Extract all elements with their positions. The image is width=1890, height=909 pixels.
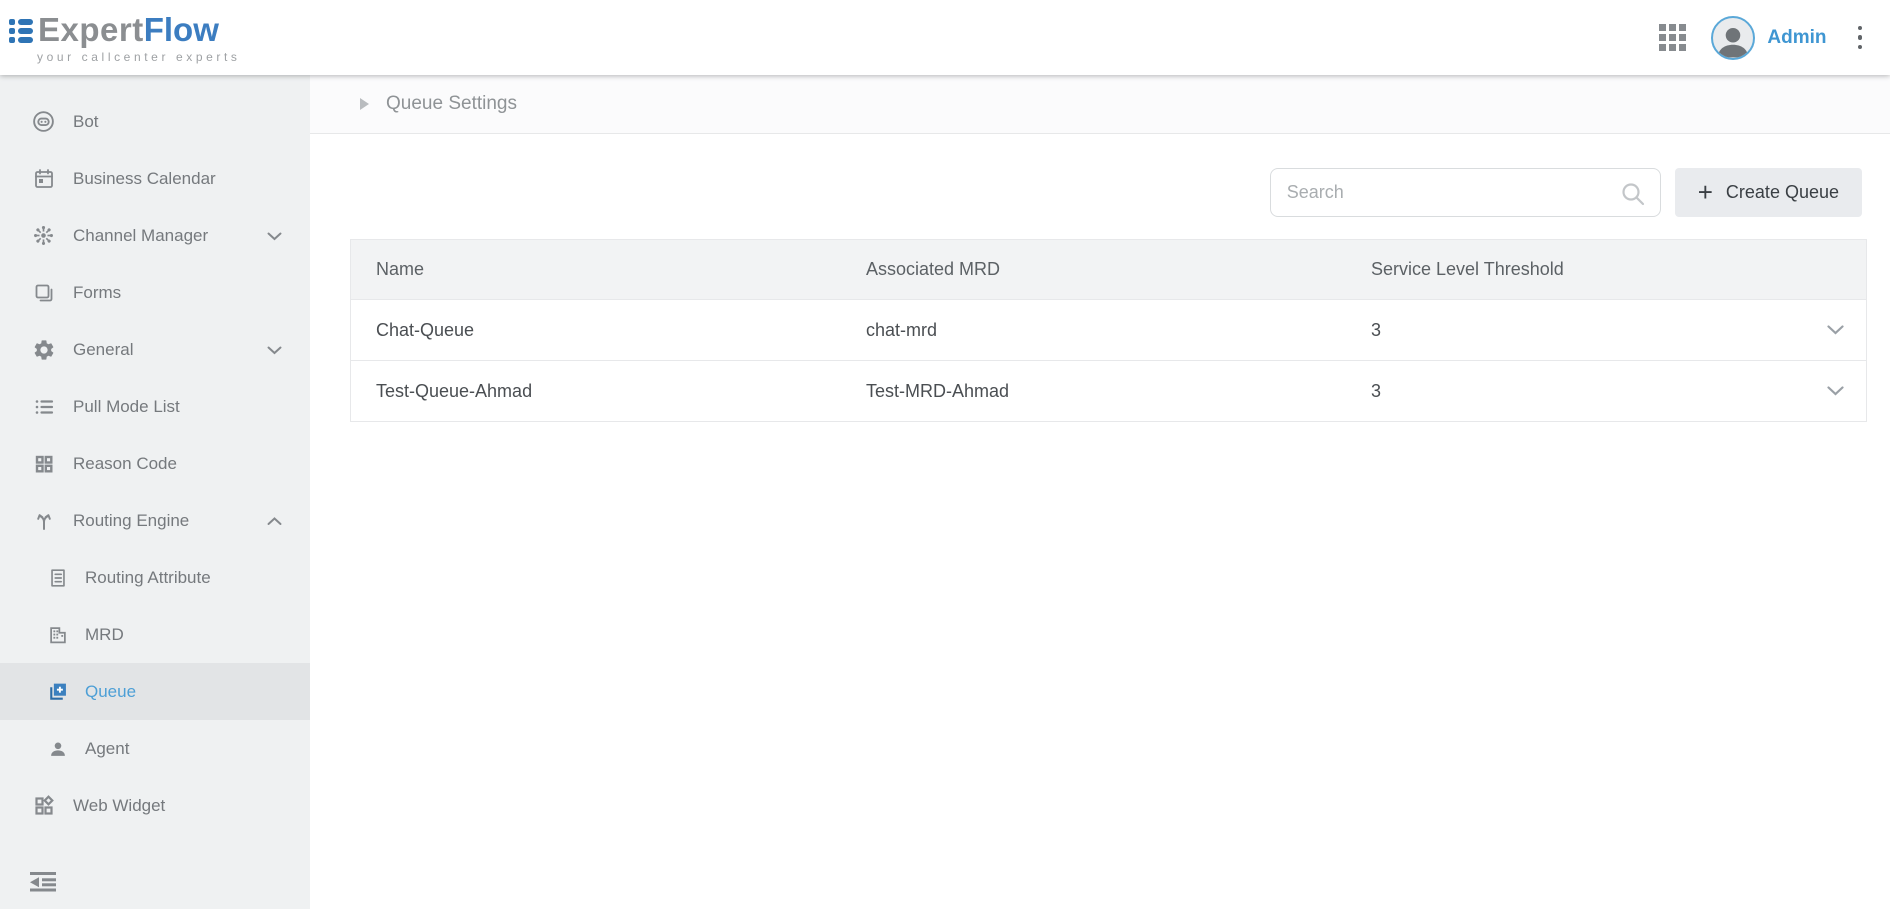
sidebar-item-routing-attribute[interactable]: Routing Attribute bbox=[0, 549, 310, 606]
main-content: Queue Settings + Create Queue Name Assoc… bbox=[310, 75, 1890, 909]
sidebar-item-forms[interactable]: Forms bbox=[0, 264, 310, 321]
list-icon bbox=[30, 395, 57, 419]
route-split-icon bbox=[30, 509, 57, 533]
sidebar-item-mrd[interactable]: MRD bbox=[0, 606, 310, 663]
sidebar-collapse-button[interactable] bbox=[28, 871, 58, 897]
sidebar-item-routing-engine[interactable]: Routing Engine bbox=[0, 492, 310, 549]
bot-icon bbox=[30, 109, 57, 134]
sidebar-item-business-calendar[interactable]: Business Calendar bbox=[0, 150, 310, 207]
cell-threshold: 3 bbox=[1371, 381, 1804, 402]
cell-threshold: 3 bbox=[1371, 320, 1804, 341]
sidebar-item-label: Web Widget bbox=[73, 796, 165, 816]
cell-associated-mrd: Test-MRD-Ahmad bbox=[866, 381, 1371, 402]
apps-grid-icon[interactable] bbox=[1659, 24, 1686, 51]
search-input[interactable] bbox=[1271, 169, 1660, 216]
breadcrumb: Queue Settings bbox=[310, 75, 1890, 134]
gear-icon bbox=[30, 338, 57, 362]
forms-icon bbox=[30, 281, 57, 305]
queue-add-icon bbox=[44, 680, 71, 703]
logo-tagline: your callcenter experts bbox=[37, 50, 241, 64]
logo-text-flow: Flow bbox=[144, 11, 219, 49]
person-silhouette-icon bbox=[1714, 22, 1752, 58]
sidebar: Bot Business Calendar bbox=[0, 75, 310, 909]
sidebar-item-label: Reason Code bbox=[73, 454, 177, 474]
sidebar-item-label: Pull Mode List bbox=[73, 397, 180, 417]
sidebar-item-web-widget[interactable]: Web Widget bbox=[0, 777, 310, 834]
expertflow-logo[interactable]: ExpertFlow your callcenter experts bbox=[9, 11, 241, 64]
sidebar-item-label: Routing Engine bbox=[73, 511, 189, 531]
sidebar-item-agent[interactable]: Agent bbox=[0, 720, 310, 777]
sidebar-item-bot[interactable]: Bot bbox=[0, 93, 310, 150]
sidebar-item-label: Routing Attribute bbox=[85, 568, 211, 588]
sidebar-item-label: Channel Manager bbox=[73, 226, 208, 246]
create-queue-button-label: Create Queue bbox=[1726, 182, 1839, 203]
grid-squares-icon bbox=[30, 452, 57, 476]
agent-icon bbox=[44, 738, 71, 760]
widget-icon bbox=[30, 794, 57, 818]
search-icon bbox=[1620, 181, 1646, 212]
table-row: Test-Queue-Ahmad Test-MRD-Ahmad 3 bbox=[351, 360, 1866, 421]
row-expand-chevron-icon[interactable] bbox=[1827, 386, 1844, 396]
create-queue-button[interactable]: + Create Queue bbox=[1675, 168, 1862, 217]
column-header-name: Name bbox=[376, 259, 866, 280]
sidebar-item-general[interactable]: General bbox=[0, 321, 310, 378]
building-icon bbox=[44, 624, 71, 646]
document-icon bbox=[44, 567, 71, 589]
breadcrumb-caret-icon bbox=[360, 98, 369, 110]
plus-icon: + bbox=[1698, 179, 1713, 205]
chevron-up-icon bbox=[267, 511, 282, 531]
user-name-label[interactable]: Admin bbox=[1767, 27, 1826, 49]
table-row: Chat-Queue chat-mrd 3 bbox=[351, 299, 1866, 360]
column-header-associated-mrd: Associated MRD bbox=[866, 259, 1371, 280]
logo-text-expert: Expert bbox=[38, 11, 144, 49]
topbar: ExpertFlow your callcenter experts Admin bbox=[0, 0, 1890, 75]
column-header-service-level-threshold: Service Level Threshold bbox=[1371, 259, 1804, 280]
chevron-down-icon bbox=[267, 340, 282, 360]
calendar-icon bbox=[30, 167, 57, 191]
avatar[interactable] bbox=[1711, 16, 1755, 60]
sidebar-item-label: MRD bbox=[85, 625, 124, 645]
logo-dots-icon bbox=[9, 19, 33, 43]
row-expand-chevron-icon[interactable] bbox=[1827, 325, 1844, 335]
page-title: Queue Settings bbox=[386, 93, 517, 115]
cell-associated-mrd: chat-mrd bbox=[866, 320, 1371, 341]
table-header-row: Name Associated MRD Service Level Thresh… bbox=[351, 240, 1866, 299]
sidebar-item-label: Business Calendar bbox=[73, 169, 216, 189]
cell-queue-name: Test-Queue-Ahmad bbox=[376, 381, 866, 402]
toolbar: + Create Queue bbox=[1270, 168, 1862, 217]
sidebar-item-reason-code[interactable]: Reason Code bbox=[0, 435, 310, 492]
sidebar-item-label: Forms bbox=[73, 283, 121, 303]
search-box bbox=[1270, 168, 1661, 217]
queue-table: Name Associated MRD Service Level Thresh… bbox=[350, 239, 1867, 422]
chevron-down-icon bbox=[267, 226, 282, 246]
collapse-menu-icon bbox=[28, 871, 58, 892]
sidebar-item-pull-mode-list[interactable]: Pull Mode List bbox=[0, 378, 310, 435]
sidebar-item-label: General bbox=[73, 340, 133, 360]
hub-icon bbox=[30, 223, 57, 248]
cell-queue-name: Chat-Queue bbox=[376, 320, 866, 341]
sidebar-item-queue[interactable]: Queue bbox=[0, 663, 310, 720]
kebab-menu-icon[interactable] bbox=[1852, 22, 1869, 54]
sidebar-item-channel-manager[interactable]: Channel Manager bbox=[0, 207, 310, 264]
user-menu[interactable]: Admin bbox=[1711, 16, 1826, 60]
sidebar-item-label: Agent bbox=[85, 739, 129, 759]
sidebar-item-label: Queue bbox=[85, 682, 136, 702]
sidebar-item-label: Bot bbox=[73, 112, 99, 132]
